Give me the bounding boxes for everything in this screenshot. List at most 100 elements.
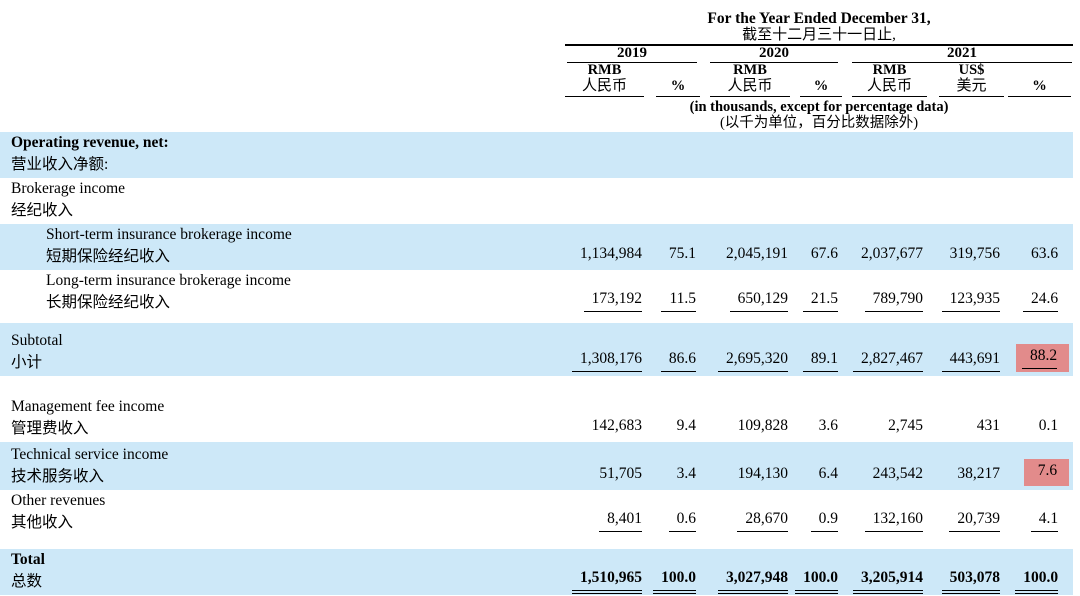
column-header-row: RMB 人民币 % RMB 人民币 % RMB 人民币 US$ 美元 % (0, 63, 1073, 97)
row-label-zh: 短期保险经纪收入 (46, 248, 171, 265)
row-label-zh: 总数 (11, 573, 43, 590)
table-row-long-term: Long-term insurance brokerage income 长期保… (0, 270, 1073, 316)
row-label-cell: Subtotal 小计 (0, 323, 565, 376)
value-cell: 3.4 (676, 465, 696, 482)
value-cell: 2,745 (888, 417, 923, 434)
value-cell: 123,935 (927, 270, 1004, 316)
row-label-en: Other revenues (11, 492, 106, 509)
row-label-en: Long-term insurance brokerage income (46, 272, 291, 289)
value-cell: 2,037,677 (861, 245, 923, 262)
label-column-spacer (0, 63, 565, 97)
row-label-cell: Brokerage income 经纪收入 (0, 178, 1073, 224)
value-cell: 1,308,176 (565, 323, 646, 376)
table-row-other-revenues: Other revenues 其他收入 8,401 0.6 28,670 0.9… (0, 490, 1073, 536)
row-label-cell: Total 总数 (0, 549, 565, 595)
value-cell: 0.1 (1038, 417, 1059, 434)
value-cell: 503,078 (927, 549, 1004, 595)
row-label-en: Brokerage income (11, 180, 126, 197)
value-cell: 51,705 (599, 465, 642, 482)
value-cell: 319,756 (949, 245, 1000, 262)
value-cell: 11.5 (646, 270, 700, 316)
table-title-row: For the Year Ended December 31, 截至十二月三十一… (0, 0, 1074, 46)
value-cell: 6.4 (818, 465, 838, 482)
spacer-row (0, 376, 1073, 396)
row-label-zh: 技术服务收入 (11, 468, 105, 485)
usd-label-zh: 美元 (956, 78, 987, 94)
rmb-label-en: RMB (872, 62, 907, 78)
col-header-rmb-2019: RMB 人民币 (565, 63, 646, 97)
value-cell: 38,217 (957, 465, 1000, 482)
col-header-pct-2019: % (646, 63, 700, 97)
value-cell: 75.1 (668, 245, 696, 262)
value-cell: 100.0 (1004, 549, 1073, 595)
table-row-subtotal: Subtotal 小计 1,308,176 86.6 2,695,320 89.… (0, 323, 1074, 376)
value-cell: 650,129 (700, 270, 792, 316)
value-cell: 431 (976, 417, 1000, 434)
value-cell: 2,695,320 (700, 323, 792, 376)
row-label-cell: Technical service income 技术服务收入 (0, 442, 565, 490)
col-header-pct-2021: % (1004, 63, 1073, 97)
table-row-management-fee: Management fee income 管理费收入 142,683 9.4 … (0, 396, 1073, 442)
year-header-row: 2019 2020 2021 (0, 45, 1073, 63)
rmb-label-en: RMB (587, 62, 622, 78)
red-highlight-mark: 88.2 (1015, 344, 1070, 372)
year-header-2020-cell: 2020 (700, 45, 842, 63)
value-cell: 100.0 (646, 549, 700, 595)
value-cell: 3,205,914 (842, 549, 927, 595)
value-cell: 0.9 (792, 490, 842, 536)
value-cell: 9.4 (676, 417, 696, 434)
col-header-rmb-2021: RMB 人民币 (842, 63, 927, 97)
rmb-label-en: RMB (733, 62, 767, 78)
row-label-zh: 长期保险经纪收入 (46, 294, 171, 311)
table-row-brokerage-income: Brokerage income 经纪收入 (0, 178, 1073, 224)
row-label-zh: 管理费收入 (11, 420, 89, 437)
row-label-zh: 经纪收入 (11, 202, 74, 219)
table-title-zh: 截至十二月三十一日止, (742, 27, 896, 43)
row-label-zh: 小计 (11, 354, 43, 371)
value-cell: 142,683 (591, 417, 642, 434)
financial-statement-page: For the Year Ended December 31, 截至十二月三十一… (0, 0, 1080, 596)
value-cell: 132,160 (842, 490, 927, 536)
spacer-row (0, 536, 1073, 549)
value-cell: 100.0 (792, 549, 842, 595)
col-header-usd-2021: US$ 美元 (927, 63, 1004, 97)
value-cell: 443,691 (927, 323, 1004, 376)
rmb-label-zh: 人民币 (581, 78, 627, 94)
value-cell: 2,045,191 (726, 245, 788, 262)
table-row-short-term: Short-term insurance brokerage income 短期… (0, 224, 1074, 270)
units-note-cell: (in thousands, except for percentage dat… (565, 97, 1073, 132)
row-label-en: Total (11, 551, 45, 568)
table-title-cell: For the Year Ended December 31, 截至十二月三十一… (565, 0, 1074, 46)
units-note-row: (in thousands, except for percentage dat… (0, 97, 1073, 132)
value-cell: 21.5 (792, 270, 842, 316)
value-cell-highlighted: 7.6 (1004, 442, 1073, 490)
table-row-technical-service: Technical service income 技术服务收入 51,705 3… (0, 442, 1074, 490)
value-cell-highlighted: 88.2 (1004, 323, 1073, 376)
label-column-spacer (0, 97, 565, 132)
value-cell: 109,828 (737, 417, 788, 434)
value-cell: 24.6 (1004, 270, 1073, 316)
value-cell: 1,134,984 (580, 245, 642, 262)
value-cell: 3.6 (818, 417, 838, 434)
value-cell: 89.1 (792, 323, 842, 376)
usd-label-en: US$ (958, 62, 985, 78)
year-header-2019: 2019 (567, 46, 697, 63)
table-title-en: For the Year Ended December 31, (707, 10, 931, 27)
table-row-operating-revenue: Operating revenue, net: 营业收入净额: (0, 132, 1074, 178)
value-cell: 789,790 (842, 270, 927, 316)
row-label-en: Short-term insurance brokerage income (46, 226, 292, 243)
row-label-cell: Management fee income 管理费收入 (0, 396, 565, 442)
value-cell: 194,130 (737, 465, 788, 482)
row-label-cell: Operating revenue, net: 营业收入净额: (0, 132, 1073, 178)
row-label-zh: 其他收入 (11, 514, 74, 531)
row-label-cell: Other revenues 其他收入 (0, 490, 565, 536)
units-note-en: (in thousands, except for percentage dat… (689, 99, 949, 115)
value-cell: 0.6 (646, 490, 700, 536)
table-row-total: Total 总数 1,510,965 100.0 3,027,948 100.0… (0, 549, 1074, 595)
value-cell: 243,542 (872, 465, 923, 482)
rmb-label-zh: 人民币 (866, 78, 912, 94)
col-header-pct-2020: % (792, 63, 842, 97)
rmb-label-zh: 人民币 (727, 78, 773, 94)
value-cell: 2,827,467 (842, 323, 927, 376)
year-header-2021: 2021 (852, 46, 1073, 63)
